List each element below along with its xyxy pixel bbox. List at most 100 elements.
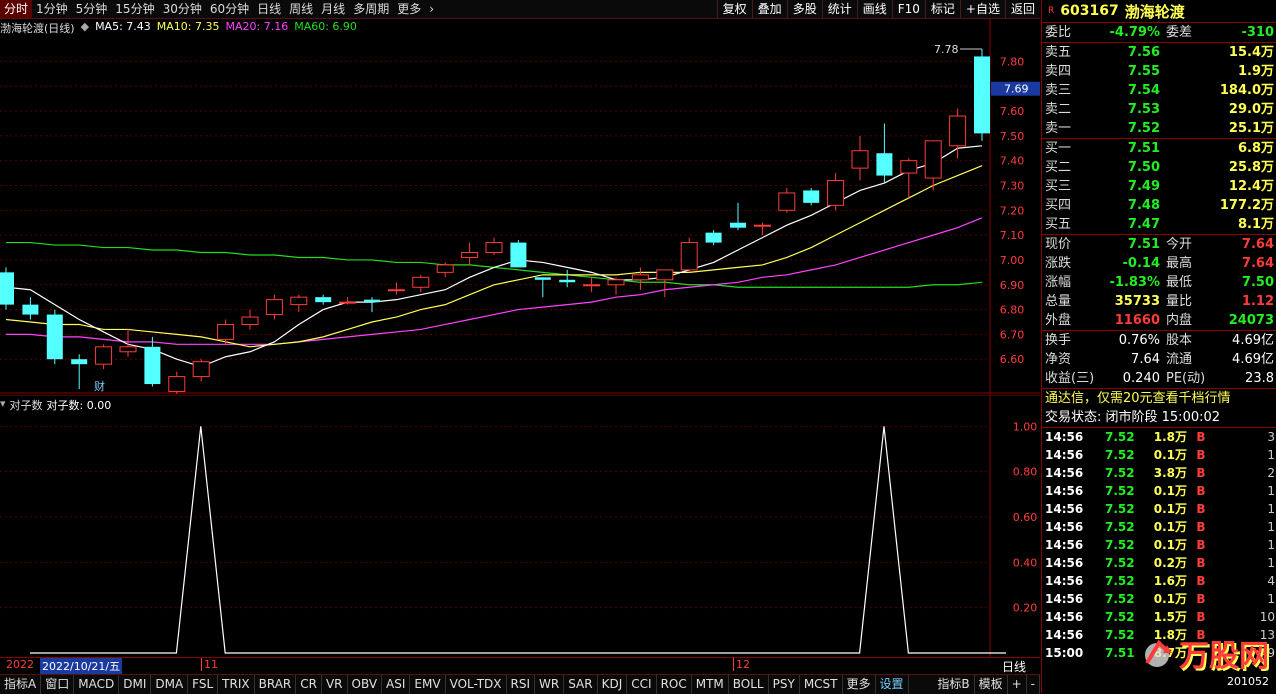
candle[interactable]	[827, 173, 845, 211]
candle[interactable]	[485, 237, 503, 255]
indicator-right-3[interactable]: -	[1027, 675, 1040, 694]
period-tab-2[interactable]: 5分钟	[72, 0, 112, 18]
candle[interactable]	[22, 297, 39, 320]
indicator-tab-23[interactable]: MCST	[800, 675, 843, 694]
indicator-right-2[interactable]: +	[1008, 675, 1027, 694]
period-tab-6[interactable]: 日线	[253, 0, 285, 18]
candle[interactable]	[705, 230, 722, 246]
indicator-tab-20[interactable]: MTM	[692, 675, 729, 694]
indicator-tab-22[interactable]: PSY	[769, 675, 800, 694]
candle[interactable]	[241, 309, 259, 330]
indicator-tab-3[interactable]: DMI	[119, 675, 152, 694]
ma-toggle-icon[interactable]: ◆	[81, 20, 89, 36]
candle[interactable]	[900, 158, 918, 198]
indicator-tab-24[interactable]: 更多	[843, 675, 876, 694]
period-tab-5[interactable]: 60分钟	[206, 0, 253, 18]
period-label[interactable]: 日线	[1002, 658, 1026, 675]
asks-row[interactable]: 卖四 7.55 1.9万	[1042, 62, 1276, 81]
indicator-right-0[interactable]: 指标B	[933, 675, 975, 694]
candle[interactable]	[315, 294, 332, 305]
indicator-tab-21[interactable]: BOLL	[729, 675, 769, 694]
candle[interactable]	[680, 237, 698, 273]
toolbar-button-6[interactable]: 标记	[924, 0, 960, 18]
indicator-tab-7[interactable]: BRAR	[255, 675, 297, 694]
candle[interactable]	[339, 297, 357, 305]
indicator-tab-13[interactable]: VOL-TDX	[446, 675, 507, 694]
indicator-toggle-icon[interactable]: ▾	[0, 397, 6, 413]
candle[interactable]	[436, 262, 454, 278]
indicator-tab-9[interactable]: VR	[322, 675, 348, 694]
period-tab-9[interactable]: 多周期	[349, 0, 393, 18]
candle[interactable]	[656, 269, 674, 298]
candle[interactable]	[144, 336, 161, 387]
candle[interactable]	[803, 187, 820, 206]
indicator-chart[interactable]: 1.00 0.80 0.60 0.40 0.20	[0, 395, 1040, 657]
candle[interactable]	[778, 187, 796, 213]
candle[interactable]	[0, 267, 14, 310]
candle[interactable]	[95, 344, 113, 370]
finance-marker[interactable]: 财	[94, 379, 105, 393]
candle[interactable]	[119, 329, 137, 357]
candle[interactable]	[851, 135, 869, 181]
candle[interactable]	[461, 242, 479, 265]
candle[interactable]	[387, 282, 405, 295]
candle[interactable]	[631, 267, 649, 290]
indicator-tab-5[interactable]: FSL	[188, 675, 219, 694]
period-tab-3[interactable]: 15分钟	[111, 0, 158, 18]
indicator-tab-16[interactable]: SAR	[564, 675, 598, 694]
tick-list[interactable]: 14:56 7.52 1.8万 B 3 14:56 7.52 0.1万 B 1 14:56 7.52 3…	[1042, 428, 1276, 662]
asks-row[interactable]: 卖一 7.52 25.1万	[1042, 119, 1276, 138]
toolbar-button-1[interactable]: 叠加	[751, 0, 787, 18]
promo-banner[interactable]: 通达信，仅需20元查看千档行情	[1042, 389, 1276, 408]
indicator-tab-11[interactable]: ASI	[382, 675, 411, 694]
indicator-tab-8[interactable]: CR	[296, 675, 322, 694]
period-tab-8[interactable]: 月线	[317, 0, 349, 18]
asks-row[interactable]: 卖二 7.53 29.0万	[1042, 100, 1276, 119]
candle[interactable]	[510, 240, 527, 268]
indicator-name[interactable]: 对子数	[10, 397, 43, 413]
chevron-right-icon[interactable]: ›	[425, 2, 438, 16]
period-tab-1[interactable]: 1分钟	[32, 0, 72, 18]
candle[interactable]	[753, 222, 771, 236]
toolbar-button-3[interactable]: 统计	[821, 0, 857, 18]
asks-row[interactable]: 卖五 7.56 15.4万	[1042, 43, 1276, 62]
period-tab-4[interactable]: 30分钟	[159, 0, 206, 18]
toolbar-button-0[interactable]: 复权	[716, 0, 752, 18]
indicator-tab-0[interactable]: 指标A	[0, 675, 42, 694]
candle[interactable]	[583, 277, 601, 293]
indicator-tab-19[interactable]: ROC	[657, 675, 692, 694]
period-tab-0[interactable]: 分时	[0, 0, 33, 18]
indicator-tab-6[interactable]: TRIX	[218, 675, 255, 694]
toolbar-button-8[interactable]: 返回	[1004, 0, 1040, 18]
candle[interactable]	[607, 277, 625, 295]
asks-row[interactable]: 卖三 7.54 184.0万	[1042, 81, 1276, 100]
candle[interactable]	[412, 274, 430, 293]
bids-row[interactable]: 买三 7.49 12.4万	[1042, 177, 1276, 196]
indicator-tab-15[interactable]: WR	[535, 675, 565, 694]
indicator-tab-25[interactable]: 设置	[876, 675, 909, 694]
candle[interactable]	[876, 123, 893, 184]
candle[interactable]	[974, 49, 990, 141]
indicator-tab-18[interactable]: CCI	[627, 675, 657, 694]
candle[interactable]	[534, 277, 551, 298]
bids-row[interactable]: 买一 7.51 6.8万	[1042, 139, 1276, 158]
indicator-tab-4[interactable]: DMA	[151, 675, 189, 694]
indicator-tab-14[interactable]: RSI	[507, 675, 536, 694]
indicator-tab-10[interactable]: OBV	[348, 675, 383, 694]
candle[interactable]	[730, 202, 746, 231]
candle[interactable]	[71, 354, 88, 389]
indicator-tab-1[interactable]: 窗口	[41, 675, 75, 694]
candle[interactable]	[168, 371, 186, 394]
toolbar-button-5[interactable]: F10	[891, 0, 925, 18]
bids-row[interactable]: 买二 7.50 25.8万	[1042, 158, 1276, 177]
candle[interactable]	[46, 309, 63, 365]
indicator-tab-2[interactable]: MACD	[74, 675, 120, 694]
indicator-right-1[interactable]: 模板	[975, 675, 1008, 694]
candle[interactable]	[192, 359, 210, 382]
bids-row[interactable]: 买五 7.47 8.1万	[1042, 215, 1276, 234]
candle[interactable]	[949, 108, 967, 159]
bids-row[interactable]: 买四 7.48 177.2万	[1042, 196, 1276, 215]
candlestick-chart[interactable]: 7.807.707.607.507.407.307.207.107.006.90…	[0, 19, 1040, 394]
candle[interactable]	[265, 294, 283, 320]
toolbar-button-4[interactable]: 画线	[856, 0, 892, 18]
